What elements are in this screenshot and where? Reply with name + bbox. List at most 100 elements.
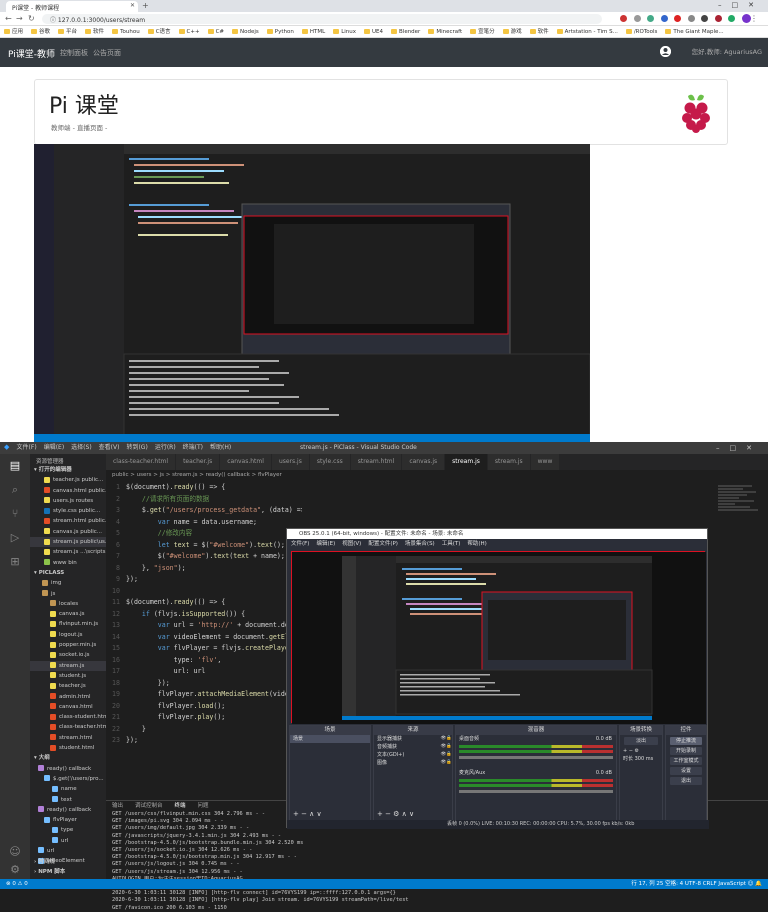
obs-menu-item[interactable]: 工具(T) bbox=[442, 541, 461, 547]
scene-item[interactable]: 场景 bbox=[290, 735, 370, 743]
control-button[interactable]: 开始录制 bbox=[670, 747, 702, 755]
bookmark-item[interactable]: 软件 bbox=[529, 26, 549, 37]
extension-icon[interactable] bbox=[701, 15, 709, 22]
file-tree-item[interactable]: student.html bbox=[30, 743, 106, 753]
explorer-icon[interactable]: ▤ bbox=[9, 460, 21, 472]
volume-slider[interactable] bbox=[459, 790, 613, 793]
menu-item[interactable]: 选择(S) bbox=[71, 442, 92, 454]
bookmark-item[interactable]: HTML bbox=[301, 26, 325, 37]
control-button[interactable]: 退出 bbox=[670, 777, 702, 785]
user-greeting[interactable]: 您好,教师: AguariusAG bbox=[692, 46, 762, 56]
extension-icon[interactable] bbox=[660, 15, 668, 22]
editor-tab[interactable]: users.js bbox=[271, 454, 310, 470]
extensions-icon[interactable]: ⊞ bbox=[9, 556, 21, 568]
bookmark-item[interactable]: Linux bbox=[333, 26, 356, 37]
outline-item[interactable]: url bbox=[30, 836, 106, 846]
bookmark-item[interactable]: 软件 bbox=[85, 26, 104, 37]
address-bar[interactable]: ⓘ 127.0.0.1:3000/users/stream bbox=[42, 14, 602, 24]
file-tree-item[interactable]: img bbox=[30, 578, 106, 588]
bookmark-item[interactable]: 平台 bbox=[58, 26, 77, 37]
file-tree-item[interactable]: class-student.html bbox=[30, 712, 106, 722]
open-editors-header[interactable]: ▾ 打开的编辑器 bbox=[30, 465, 106, 475]
forward-icon[interactable]: → bbox=[16, 14, 23, 23]
panel-tab[interactable]: 输出 bbox=[112, 803, 123, 809]
site-brand[interactable]: Pi课堂-教师 bbox=[8, 47, 55, 60]
transition-controls[interactable]: + − ⚙ bbox=[620, 747, 662, 755]
editor-tab[interactable]: class-teacher.html bbox=[106, 454, 177, 470]
obs-menu-item[interactable]: 配置文件(P) bbox=[368, 541, 398, 547]
file-tree-item[interactable]: admin.html bbox=[30, 692, 106, 702]
outline-item[interactable]: $.get('/users/pro... bbox=[30, 774, 106, 784]
file-tree-item[interactable]: logout.js bbox=[30, 630, 106, 640]
obs-menu-item[interactable]: 帮助(H) bbox=[467, 541, 486, 547]
bookmark-item[interactable]: 宣笔分 bbox=[470, 26, 495, 37]
window-controls[interactable]: –□✕ bbox=[718, 1, 764, 9]
source-item[interactable]: 音频捕获 👁🔒 bbox=[374, 743, 452, 751]
editor-tab[interactable]: canvas.html bbox=[220, 454, 272, 470]
bookmark-item[interactable]: The Giant Maple... bbox=[665, 26, 724, 37]
eye-icon[interactable]: 👁🔒 bbox=[441, 751, 452, 759]
editor-tab[interactable]: style.css bbox=[309, 454, 351, 470]
close-tab-icon[interactable]: ✕ bbox=[130, 2, 135, 9]
bookmark-item[interactable]: 应用 bbox=[4, 26, 23, 37]
open-editor-item[interactable]: style.css public... bbox=[30, 506, 106, 516]
bookmark-item[interactable]: 游戏 bbox=[502, 26, 522, 37]
outline-header[interactable]: ▾ 大纲 bbox=[30, 753, 106, 763]
bookmark-item[interactable]: 谷歌 bbox=[31, 26, 50, 37]
file-tree-item[interactable]: flvinput.min.js bbox=[30, 619, 106, 629]
file-tree-item[interactable]: js bbox=[30, 589, 106, 599]
bookmark-item[interactable]: UE4 bbox=[364, 26, 383, 37]
menu-item[interactable]: 帮助(H) bbox=[210, 442, 231, 454]
menu-item[interactable]: 文件(F) bbox=[17, 442, 37, 454]
open-editor-item[interactable]: stream.html public... bbox=[30, 516, 106, 526]
file-tree-item[interactable]: socket.io.js bbox=[30, 650, 106, 660]
bookmark-item[interactable]: Minecraft bbox=[428, 26, 462, 37]
transition-duration-field[interactable]: 时长 300 ms bbox=[620, 755, 662, 763]
source-control-icon[interactable]: ⑂ bbox=[9, 508, 21, 520]
open-editor-item[interactable]: stream.js public\us... bbox=[30, 537, 106, 548]
panel-tab[interactable]: 调试控制台 bbox=[135, 803, 163, 809]
obs-menu-item[interactable]: 编辑(E) bbox=[316, 541, 335, 547]
extension-icon[interactable] bbox=[620, 15, 627, 22]
control-button[interactable]: 工作室模式 bbox=[670, 757, 702, 765]
eye-icon[interactable]: 👁🔒 bbox=[441, 743, 452, 751]
control-button[interactable]: 停止推流 bbox=[670, 737, 702, 745]
file-tree-item[interactable]: stream.js bbox=[30, 660, 106, 671]
minimap[interactable] bbox=[718, 484, 760, 544]
debug-icon[interactable]: ▷ bbox=[9, 532, 21, 544]
outline-item[interactable]: ready() callback bbox=[30, 764, 106, 774]
bookmark-item[interactable]: C# bbox=[207, 26, 224, 37]
obs-menu-item[interactable]: 场景集合(S) bbox=[405, 541, 435, 547]
open-editor-item[interactable]: canvas.html public... bbox=[30, 486, 106, 496]
bookmark-item[interactable]: Python bbox=[266, 26, 294, 37]
file-tree-item[interactable]: locales bbox=[30, 599, 106, 609]
back-icon[interactable]: ← bbox=[5, 14, 12, 23]
obs-menu-item[interactable]: 文件(F) bbox=[291, 541, 309, 547]
outline-item[interactable]: type bbox=[30, 825, 106, 835]
account-icon[interactable]: ☺ bbox=[9, 846, 21, 858]
outline-item[interactable]: ready() callback bbox=[30, 805, 106, 815]
file-tree-item[interactable]: canvas.html bbox=[30, 702, 106, 712]
source-item[interactable]: 图像 👁🔒 bbox=[374, 759, 452, 767]
menu-item[interactable]: 终端(T) bbox=[183, 442, 203, 454]
npm-scripts-header[interactable]: › NPM 脚本 bbox=[30, 867, 106, 877]
eye-icon[interactable]: 👁🔒 bbox=[441, 759, 452, 767]
obs-preview[interactable] bbox=[291, 551, 706, 724]
timeline-header[interactable]: › 时间线 bbox=[30, 857, 106, 867]
open-editor-item[interactable]: www bin bbox=[30, 558, 106, 568]
editor-tab[interactable]: stream.js bbox=[445, 454, 488, 470]
live-video-element[interactable] bbox=[34, 144, 590, 442]
outline-item[interactable]: url bbox=[30, 846, 106, 856]
eye-icon[interactable]: 👁🔒 bbox=[441, 735, 452, 743]
scene-controls[interactable]: + − ∧ ∨ bbox=[290, 810, 322, 818]
open-editor-item[interactable]: stream.js ...\scripts bbox=[30, 547, 106, 557]
obs-menu-item[interactable]: 视图(V) bbox=[342, 541, 361, 547]
bookmark-item[interactable]: C++ bbox=[178, 26, 200, 37]
bookmark-item[interactable]: C语言 bbox=[147, 26, 171, 37]
extension-icon[interactable] bbox=[633, 15, 641, 22]
extension-icon[interactable] bbox=[687, 15, 695, 22]
bookmark-item[interactable]: Artstation - Tim S... bbox=[556, 26, 618, 37]
menu-item[interactable]: 编辑(E) bbox=[44, 442, 64, 454]
editor-tab[interactable]: stream.js bbox=[487, 454, 531, 470]
browser-tab[interactable]: Pi课堂 - 教师课程 ✕ bbox=[6, 1, 138, 12]
